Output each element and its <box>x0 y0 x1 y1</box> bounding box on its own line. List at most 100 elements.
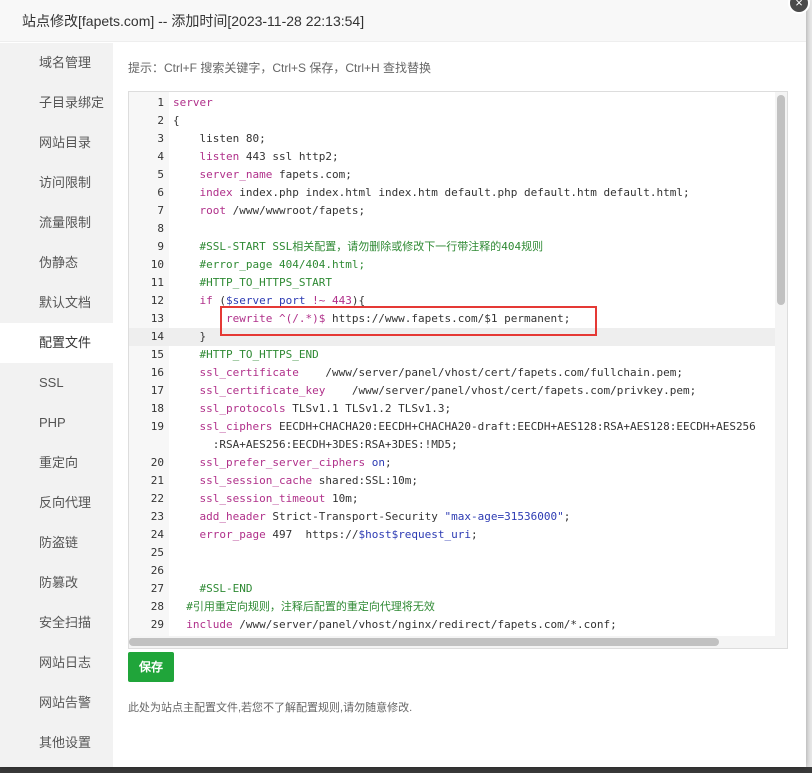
code-token: #error_page 404/404.html; <box>199 258 366 271</box>
line-number: 12 <box>150 294 164 307</box>
line-number: 29 <box>150 618 164 631</box>
line-number: 11 <box>150 276 164 289</box>
code-token: include <box>186 618 233 631</box>
line-number: 22 <box>150 492 164 505</box>
code-token: error_page <box>199 528 266 541</box>
code-token: ; <box>563 510 571 523</box>
line-number: 5 <box>157 168 164 181</box>
sidebar-item[interactable]: 防盗链 <box>0 523 113 563</box>
code-line[interactable]: 28 #引用重定向规则，注释后配置的重定向代理将无效 <box>129 598 779 616</box>
code-token: Strict-Transport-Security <box>265 510 445 523</box>
code-line[interactable]: 22 ssl_session_timeout 10m; <box>129 490 779 508</box>
sidebar-item[interactable]: 配置文件 <box>0 323 113 363</box>
code-lines[interactable]: 1 server 2{3 listen 80; 4 listen 443 ssl ht… <box>129 92 779 648</box>
code-line[interactable]: 29 include /www/server/panel/vhost/nginx… <box>129 616 779 634</box>
code-line[interactable]: 21 ssl_session_cache shared:SSL:10m; <box>129 472 779 490</box>
code-line[interactable]: 27 #SSL-END <box>129 580 779 598</box>
code-line[interactable]: 17 ssl_certificate_key /www/server/panel… <box>129 382 779 400</box>
sidebar-item[interactable]: SSL <box>0 363 113 403</box>
line-number: 21 <box>150 474 164 487</box>
backdrop-bottom <box>0 767 812 773</box>
sidebar-item[interactable]: PHP <box>0 403 113 443</box>
horizontal-scrollbar[interactable] <box>129 636 777 648</box>
line-number: 27 <box>150 582 164 595</box>
sidebar-item[interactable]: 伪静态 <box>0 243 113 283</box>
horizontal-scrollbar-thumb[interactable] <box>129 638 719 646</box>
sidebar-item[interactable]: 其他设置 <box>0 723 113 763</box>
sidebar-item[interactable]: 域名管理 <box>0 43 113 83</box>
sidebar-item[interactable]: 流量限制 <box>0 203 113 243</box>
code-line[interactable]: 19 ssl_ciphers EECDH+CHACHA20:EECDH+CHAC… <box>129 418 779 454</box>
code-line[interactable]: 3 listen 80; <box>129 130 779 148</box>
code-line[interactable]: 8 <box>129 220 779 238</box>
line-number: 16 <box>150 366 164 379</box>
code-line[interactable]: 12 if ($server_port !~ 443){ <box>129 292 779 310</box>
sidebar-item[interactable]: 防篡改 <box>0 563 113 603</box>
code-line[interactable]: 26 <box>129 562 779 580</box>
code-editor[interactable]: 1 server 2{3 listen 80; 4 listen 443 ssl ht… <box>128 91 788 649</box>
sidebar-item[interactable]: 安全扫描 <box>0 603 113 643</box>
code-token: server <box>173 96 213 109</box>
sidebar-item[interactable]: 网站目录 <box>0 123 113 163</box>
dialog-title: 站点修改[fapets.com] -- 添加时间[2023-11-28 22:1… <box>22 13 365 29</box>
code-token: $server_port <box>226 294 306 307</box>
code-line[interactable]: 13 rewrite ^(/.*)$ https://www.fapets.co… <box>129 310 779 328</box>
code-text: server <box>173 94 213 112</box>
sidebar-item[interactable]: 重定向 <box>0 443 113 483</box>
sidebar-item[interactable]: 反向代理 <box>0 483 113 523</box>
code-line[interactable]: 7 root /www/wwwroot/fapets; <box>129 202 779 220</box>
code-token: if <box>199 294 213 307</box>
code-line[interactable]: 11 #HTTP_TO_HTTPS_START <box>129 274 779 292</box>
sidebar-item[interactable]: 网站日志 <box>0 643 113 683</box>
line-number: 10 <box>150 258 164 271</box>
code-text: ssl_session_cache shared:SSL:10m; <box>173 472 419 490</box>
sidebar-item[interactable]: 网站告警 <box>0 683 113 723</box>
code-line[interactable]: 4 listen 443 ssl http2; <box>129 148 779 166</box>
line-number: 3 <box>157 132 164 145</box>
sidebar-item[interactable]: 默认文档 <box>0 283 113 323</box>
code-line[interactable]: 9 #SSL-START SSL相关配置，请勿删除或修改下一行带注释的404规则 <box>129 238 779 256</box>
code-line[interactable]: 25 <box>129 544 779 562</box>
code-line[interactable]: 6 index index.php index.html index.htm d… <box>129 184 779 202</box>
line-number: 20 <box>150 456 164 469</box>
code-token: rewrite <box>225 312 273 325</box>
save-button[interactable]: 保存 <box>128 652 174 682</box>
code-token: ssl_ciphers <box>199 420 273 433</box>
code-line[interactable]: 1 server <box>129 94 779 112</box>
line-number: 24 <box>150 528 164 541</box>
code-token: 497 https:// <box>265 528 359 541</box>
code-line[interactable]: 23 add_header Strict-Transport-Security … <box>129 508 779 526</box>
code-line[interactable]: 18 ssl_protocols TLSv1.1 TLSv1.2 TLSv1.3… <box>129 400 779 418</box>
code-token: on <box>371 456 385 469</box>
sidebar-item[interactable]: 访问限制 <box>0 163 113 203</box>
code-token: ssl_session_timeout <box>199 492 326 505</box>
code-text: index index.php index.html index.htm def… <box>173 184 690 202</box>
code-token: #SSL-START SSL相关配置，请勿删除或修改下一行带注释的404规则 <box>199 240 544 253</box>
line-number: 19 <box>150 420 164 433</box>
line-number: 9 <box>157 240 164 253</box>
code-token: #HTTP_TO_HTTPS_START <box>199 276 332 289</box>
code-line[interactable]: 16 ssl_certificate /www/server/panel/vho… <box>129 364 779 382</box>
code-line[interactable]: 20 ssl_prefer_server_ciphers on; <box>129 454 779 472</box>
code-line[interactable]: 24 error_page 497 https://$host$request_… <box>129 526 779 544</box>
code-line[interactable]: 10 #error_page 404/404.html; <box>129 256 779 274</box>
vertical-scrollbar-thumb[interactable] <box>777 95 785 305</box>
line-number: 6 <box>157 186 164 199</box>
code-line[interactable]: 5 server_name fapets.com; <box>129 166 779 184</box>
code-line[interactable]: 2{ <box>129 112 779 130</box>
code-line[interactable]: 14 } <box>129 328 779 346</box>
code-token: ssl_protocols <box>199 402 286 415</box>
code-token: ; <box>471 528 478 541</box>
code-line[interactable]: 15 #HTTP_TO_HTTPS_END <box>129 346 779 364</box>
code-token: fapets.com; <box>272 168 352 181</box>
site-edit-dialog: 站点修改[fapets.com] -- 添加时间[2023-11-28 22:1… <box>0 0 810 767</box>
vertical-scrollbar[interactable] <box>775 92 787 648</box>
code-token: index <box>199 186 233 199</box>
sidebar-item[interactable]: 子目录绑定 <box>0 83 113 123</box>
